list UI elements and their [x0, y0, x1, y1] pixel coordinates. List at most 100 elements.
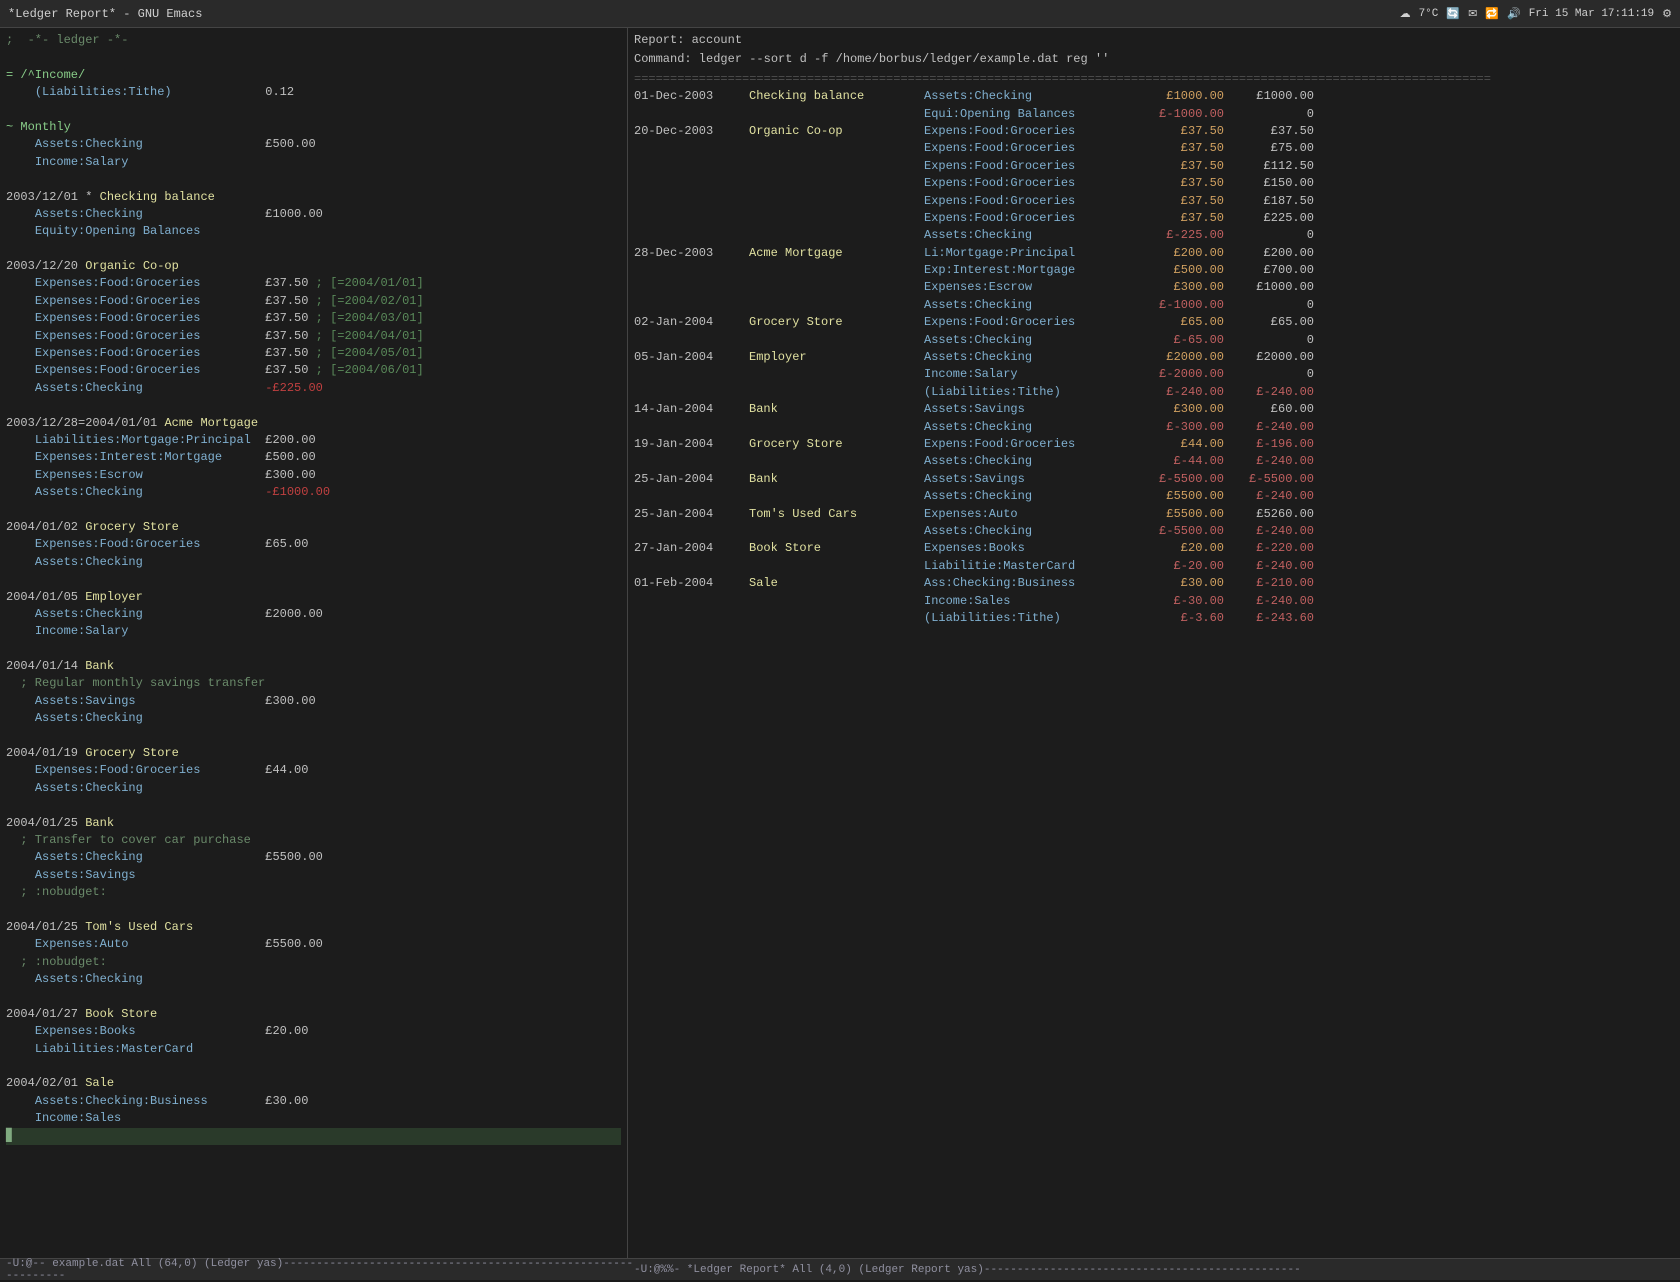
editor-line: Assets:Savings	[6, 867, 621, 884]
status-right: -U:@%%- *Ledger Report* All (4,0) (Ledge…	[634, 1264, 1674, 1276]
editor-line: ; :nobudget:	[6, 954, 621, 971]
editor-line: Assets:Checking	[6, 971, 621, 988]
report-row: 05-Jan-2004 Employer Assets:Checking £20…	[634, 349, 1674, 366]
editor-line: Assets:Checking -£1000.00	[6, 484, 621, 501]
report-row: Assets:Checking £5500.00 £-240.00	[634, 488, 1674, 505]
editor-line: Assets:Checking £1000.00	[6, 206, 621, 223]
refresh-icon[interactable]: 🔄	[1446, 7, 1460, 21]
editor-line: Assets:Checking	[6, 554, 621, 571]
status-bar: -U:@-- example.dat All (64,0) (Ledger ya…	[0, 1258, 1680, 1280]
editor-line: Assets:Checking	[6, 780, 621, 797]
editor-line	[6, 728, 621, 745]
editor-line: Equity:Opening Balances	[6, 223, 621, 240]
status-left: -U:@-- example.dat All (64,0) (Ledger ya…	[6, 1258, 634, 1282]
report-row: 01-Dec-2003 Checking balance Assets:Chec…	[634, 88, 1674, 105]
editor-line: Expenses:Food:Groceries £37.50 ; [=2004/…	[6, 275, 621, 292]
editor-line: Assets:Checking £500.00	[6, 136, 621, 153]
report-row: 28-Dec-2003 Acme Mortgage Li:Mortgage:Pr…	[634, 245, 1674, 262]
editor-line: Assets:Checking -£225.00	[6, 380, 621, 397]
editor-line: Expenses:Food:Groceries £44.00	[6, 762, 621, 779]
editor-line: Expenses:Food:Groceries £37.50 ; [=2004/…	[6, 328, 621, 345]
report-row: Assets:Checking £-225.00 0	[634, 227, 1674, 244]
editor-line: Expenses:Food:Groceries £65.00	[6, 536, 621, 553]
editor-line: Liabilities:MasterCard	[6, 1041, 621, 1058]
report-row: Exp:Interest:Mortgage £500.00 £700.00	[634, 262, 1674, 279]
report-row: 20-Dec-2003 Organic Co-op Expens:Food:Gr…	[634, 123, 1674, 140]
editor-line: Income:Sales	[6, 1110, 621, 1127]
report-row: 01-Feb-2004 Sale Ass:Checking:Business £…	[634, 575, 1674, 592]
report-row: Expens:Food:Groceries £37.50 £75.00	[634, 140, 1674, 157]
report-row: Assets:Checking £-65.00 0	[634, 332, 1674, 349]
report-row: Income:Sales £-30.00 £-240.00	[634, 593, 1674, 610]
editor-line	[6, 102, 621, 119]
report-row: Assets:Checking £-44.00 £-240.00	[634, 453, 1674, 470]
editor-line	[6, 902, 621, 919]
editor-line: 2004/01/25 Bank	[6, 815, 621, 832]
report-row: Expens:Food:Groceries £37.50 £112.50	[634, 158, 1674, 175]
report-row: Liabilitie:MasterCard £-20.00 £-240.00	[634, 558, 1674, 575]
editor-line	[6, 397, 621, 414]
editor-line: 2004/01/02 Grocery Store	[6, 519, 621, 536]
report-row: (Liabilities:Tithe) £-3.60 £-243.60	[634, 610, 1674, 627]
editor-line: Liabilities:Mortgage:Principal £200.00	[6, 432, 621, 449]
settings-icon[interactable]: ⚙	[1662, 7, 1672, 21]
left-editor-pane[interactable]: ; -*- ledger -*- = /^Income/ (Liabilitie…	[0, 28, 628, 1258]
editor-line: 2003/12/01 * Checking balance	[6, 189, 621, 206]
editor-line: 2004/02/01 Sale	[6, 1075, 621, 1092]
editor-line: 2003/12/20 Organic Co-op	[6, 258, 621, 275]
report-row: Expens:Food:Groceries £37.50 £150.00	[634, 175, 1674, 192]
editor-line	[6, 797, 621, 814]
editor-line: Assets:Checking £5500.00	[6, 849, 621, 866]
editor-line	[6, 502, 621, 519]
datetime: Fri 15 Mar 17:11:19	[1529, 8, 1654, 20]
report-divider: ========================================…	[634, 71, 1674, 88]
editor-line: Expenses:Books £20.00	[6, 1023, 621, 1040]
editor-line: Expenses:Escrow £300.00	[6, 467, 621, 484]
temperature: 7°C	[1419, 8, 1439, 20]
editor-line: Assets:Savings £300.00	[6, 693, 621, 710]
editor-line: (Liabilities:Tithe) 0.12	[6, 84, 621, 101]
editor-line: ▋	[6, 1128, 621, 1145]
editor-line: ; -*- ledger -*-	[6, 32, 621, 49]
report-row: 25-Jan-2004 Bank Assets:Savings £-5500.0…	[634, 471, 1674, 488]
report-row: 19-Jan-2004 Grocery Store Expens:Food:Gr…	[634, 436, 1674, 453]
editor-line: = /^Income/	[6, 67, 621, 84]
editor-line: Income:Salary	[6, 623, 621, 640]
volume-icon[interactable]: 🔊	[1507, 7, 1521, 21]
report-row: Assets:Checking £-5500.00 £-240.00	[634, 523, 1674, 540]
report-row: 27-Jan-2004 Book Store Expenses:Books £2…	[634, 540, 1674, 557]
editor-line: ; :nobudget:	[6, 884, 621, 901]
report-row: Expens:Food:Groceries £37.50 £225.00	[634, 210, 1674, 227]
editor-line: 2003/12/28=2004/01/01 Acme Mortgage	[6, 415, 621, 432]
report-row: Income:Salary £-2000.00 0	[634, 366, 1674, 383]
report-row: Equi:Opening Balances £-1000.00 0	[634, 106, 1674, 123]
editor-line	[6, 988, 621, 1005]
network-icon[interactable]: 🔁	[1485, 7, 1499, 21]
report-label: Report: account	[634, 32, 1674, 49]
editor-line	[6, 641, 621, 658]
editor-line: Assets:Checking	[6, 710, 621, 727]
editor-line: 2004/01/05 Employer	[6, 589, 621, 606]
editor-line	[6, 1058, 621, 1075]
editor-line: 2004/01/14 Bank	[6, 658, 621, 675]
editor-line: 2004/01/25 Tom's Used Cars	[6, 919, 621, 936]
editor-line: Expenses:Food:Groceries £37.50 ; [=2004/…	[6, 345, 621, 362]
report-row: Expens:Food:Groceries £37.50 £187.50	[634, 193, 1674, 210]
editor-line: Expenses:Auto £5500.00	[6, 936, 621, 953]
mail-icon[interactable]: ✉	[1468, 7, 1477, 21]
editor-line: Expenses:Food:Groceries £37.50 ; [=2004/…	[6, 362, 621, 379]
editor-line: Expenses:Food:Groceries £37.50 ; [=2004/…	[6, 310, 621, 327]
editor-line	[6, 171, 621, 188]
editor-line: 2004/01/27 Book Store	[6, 1006, 621, 1023]
editor-line	[6, 571, 621, 588]
editor-line: ; Regular monthly savings transfer	[6, 675, 621, 692]
report-row: 02-Jan-2004 Grocery Store Expens:Food:Gr…	[634, 314, 1674, 331]
editor-line	[6, 241, 621, 258]
editor-line: Expenses:Interest:Mortgage £500.00	[6, 449, 621, 466]
right-report-pane: Report: accountCommand: ledger --sort d …	[628, 28, 1680, 1258]
editor-line: Assets:Checking £2000.00	[6, 606, 621, 623]
editor-line	[6, 49, 621, 66]
editor-line: Expenses:Food:Groceries £37.50 ; [=2004/…	[6, 293, 621, 310]
report-row: (Liabilities:Tithe) £-240.00 £-240.00	[634, 384, 1674, 401]
window-title: *Ledger Report* - GNU Emacs	[8, 7, 202, 21]
